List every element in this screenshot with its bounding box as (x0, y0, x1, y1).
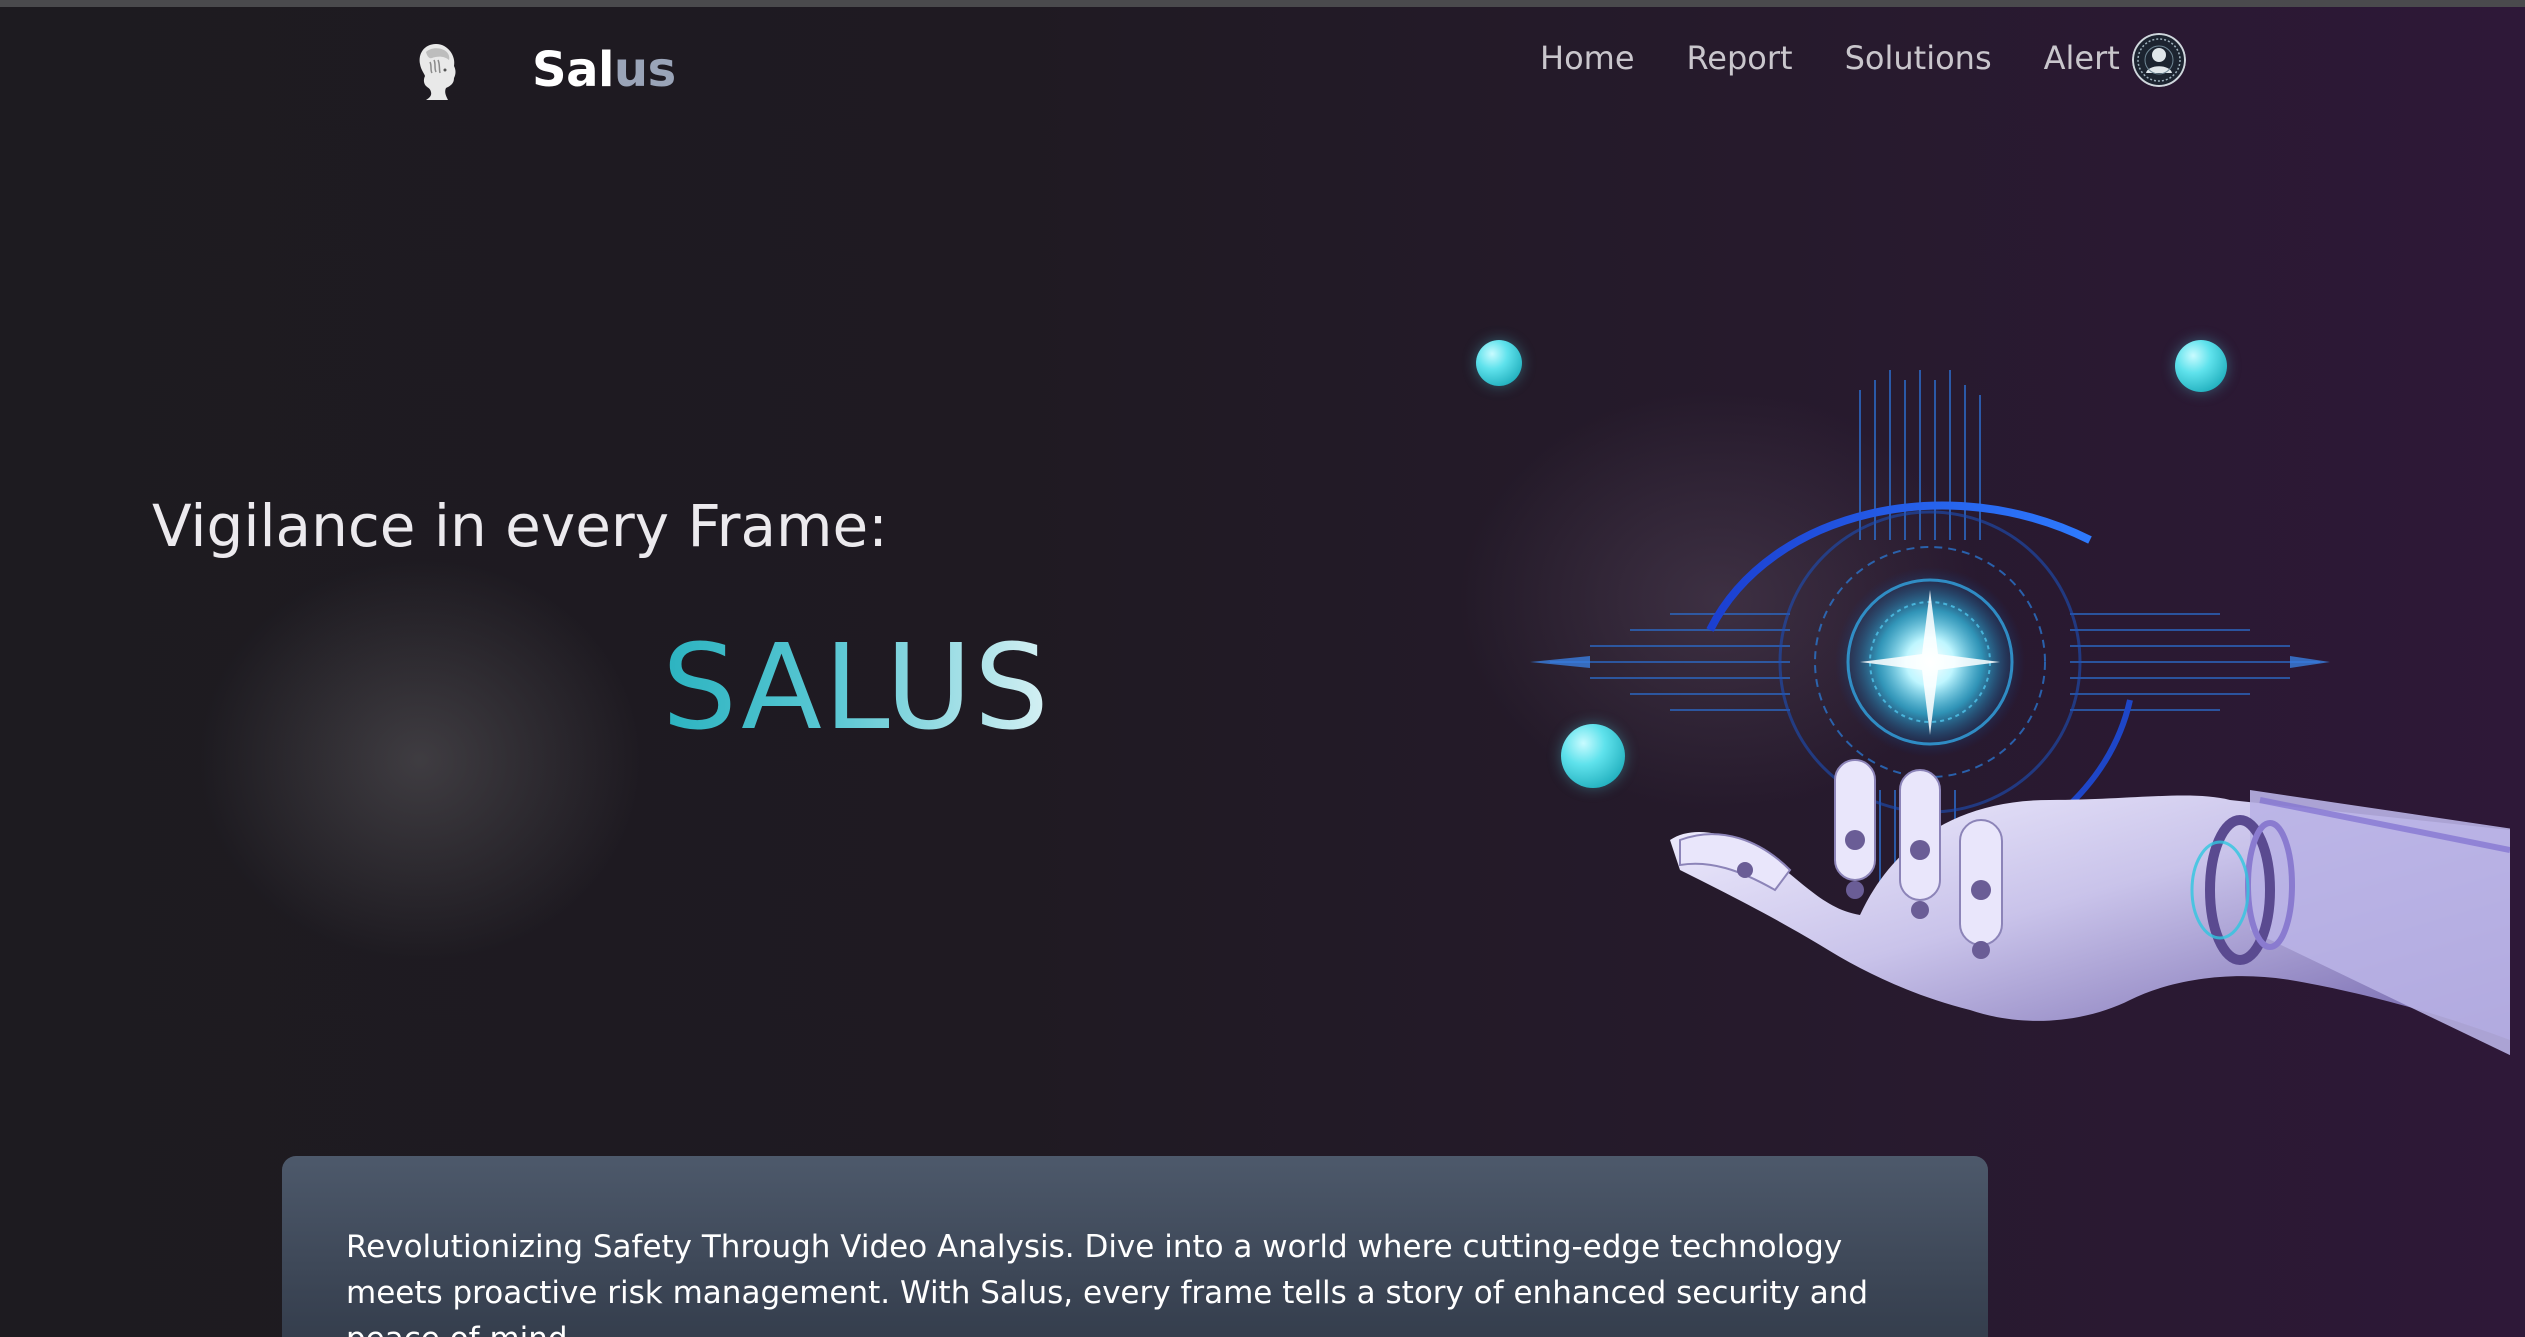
browser-top-strip (0, 0, 2525, 7)
nav-report-link[interactable]: Report (1687, 36, 1793, 80)
landing-page: Salus Home Report Solutions Alert Vigila… (0, 0, 2525, 1337)
brand-name[interactable]: Salus (532, 42, 676, 98)
woman-profile-logo-icon[interactable] (412, 40, 462, 102)
brand-name-prefix: Sal (532, 42, 614, 98)
hero-tagline: Vigilance in every Frame: (152, 492, 888, 560)
main-nav: Home Report Solutions Alert (1540, 36, 2172, 80)
nav-solutions-link[interactable]: Solutions (1845, 36, 1992, 80)
nav-home-link[interactable]: Home (1540, 36, 1635, 80)
decorative-orb (1476, 340, 1522, 386)
user-avatar-icon[interactable] (2132, 33, 2186, 87)
hero-title: SALUS (662, 618, 1051, 756)
info-card-text: Revolutionizing Safety Through Video Ana… (346, 1229, 1869, 1337)
robot-hand-holding-glowing-circuit-icon (1530, 370, 2510, 1056)
ambient-glow-left (200, 560, 640, 960)
info-card: Revolutionizing Safety Through Video Ana… (282, 1156, 1988, 1337)
nav-alert-link[interactable]: Alert (2044, 36, 2120, 80)
brand-name-suffix: us (613, 42, 676, 98)
